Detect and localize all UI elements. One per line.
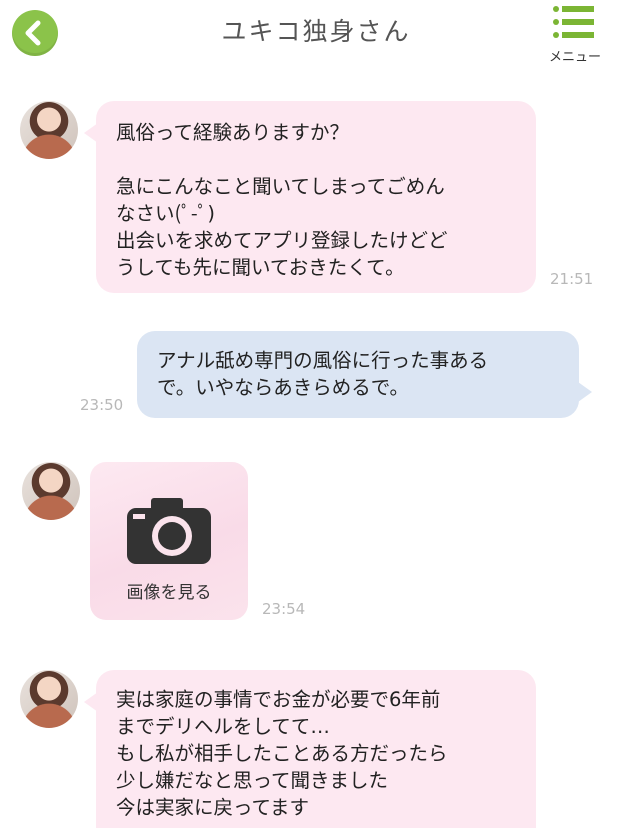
menu-list-icon (553, 6, 594, 38)
view-image-label: 画像を見る (126, 583, 212, 603)
message-line: なさい(ﾟ-ﾟ) (116, 202, 215, 225)
page-title: ユキコ独身さん (221, 17, 411, 46)
message-line (116, 146, 448, 173)
message-line: もし私が相手したことある方だったら (116, 742, 448, 765)
menu-label: メニュー (548, 50, 601, 65)
message-line: アナル舐め専門の風俗に行った事ある (157, 349, 489, 372)
menu-button[interactable]: メニュー (540, 4, 610, 66)
message-time: 23:54 (262, 600, 306, 618)
header: ユキコ独身さん メニュー (0, 0, 632, 68)
avatar[interactable] (20, 670, 78, 728)
chat-screen: ユキコ独身さん メニュー 風俗って経験ありますか？ 急にこんなこと聞いてしまって… (0, 0, 632, 828)
message-line: うしても先に聞いておきたくて。 (116, 256, 405, 279)
message-line: までデリヘルをしてて… (116, 715, 330, 738)
message-time: 21:51 (550, 270, 594, 288)
message-time: 23:50 (80, 396, 124, 414)
message-line: 急にこんなこと聞いてしまってごめん (116, 175, 445, 198)
message-line: 今は実家に戻ってます (116, 796, 310, 819)
message-line: 実は家庭の事情でお金が必要で6年前 (116, 688, 441, 711)
camera-icon (127, 498, 211, 564)
message-line: 少し嫌だなと思って聞きました (116, 769, 389, 792)
message-bubble: 実は家庭の事情でお金が必要で6年前 までデリヘルをしてて… もし私が相手したこと… (96, 670, 536, 828)
avatar[interactable] (20, 101, 78, 159)
avatar[interactable] (22, 462, 80, 520)
message-bubble: 風俗って経験ありますか？ 急にこんなこと聞いてしまってごめん なさい(ﾟ-ﾟ) … (96, 101, 536, 293)
message-bubble: アナル舐め専門の風俗に行った事ある で。いやならあきらめるで。 (137, 331, 579, 418)
bubble-tail (578, 382, 592, 402)
image-attachment[interactable]: 画像を見る (90, 462, 248, 620)
message-line: 出会いを求めてアプリ登録したけどど (116, 229, 448, 252)
message-line: 風俗って経験ありますか？ (116, 121, 350, 144)
message-line: で。いやならあきらめるで。 (157, 376, 409, 399)
